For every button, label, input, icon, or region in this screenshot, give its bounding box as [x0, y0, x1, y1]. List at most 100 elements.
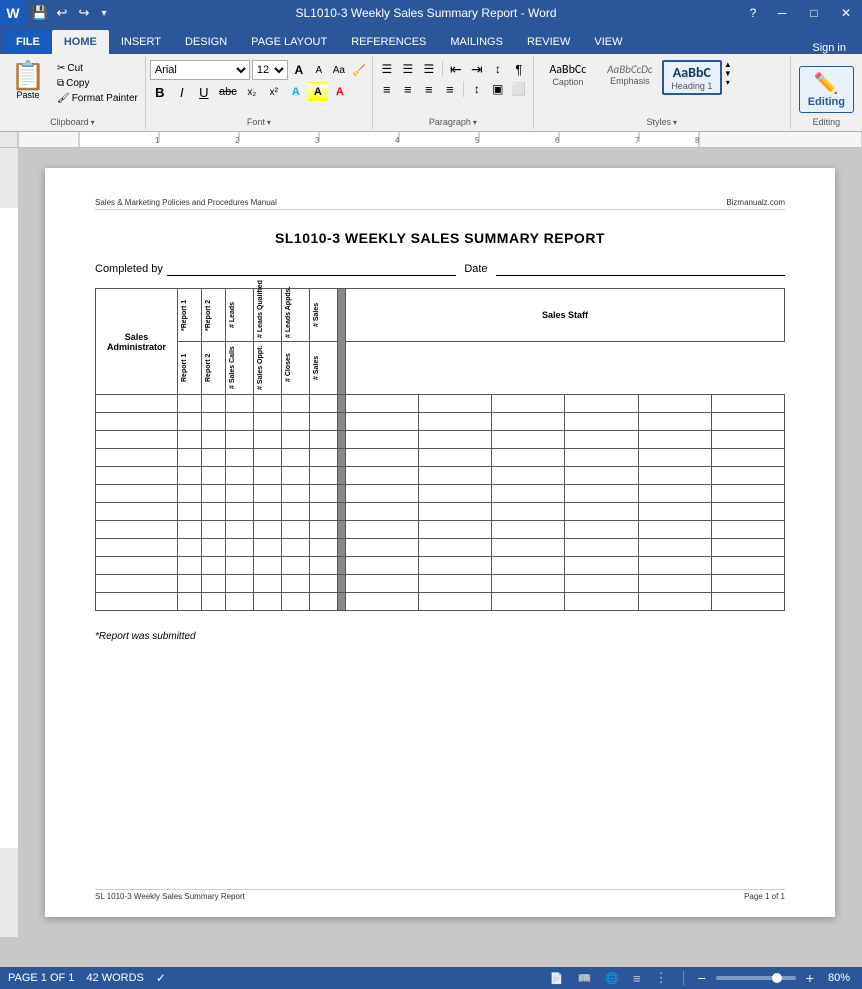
align-right-button[interactable]: ≡	[419, 80, 439, 98]
maximize-button[interactable]: □	[798, 0, 830, 26]
superscript-button[interactable]: x²	[264, 82, 284, 102]
bullets-button[interactable]: ☰	[377, 60, 397, 78]
save-button[interactable]: 💾	[30, 3, 50, 23]
zoom-level[interactable]: 80%	[824, 972, 854, 984]
align-left-button[interactable]: ≡	[377, 80, 397, 98]
minimize-button[interactable]: ─	[766, 0, 798, 26]
zoom-in-button[interactable]: +	[804, 970, 816, 986]
cut-button[interactable]: ✂ Cut	[54, 62, 141, 75]
text-effect-button[interactable]: A	[286, 82, 306, 102]
tab-review[interactable]: REVIEW	[515, 30, 582, 54]
vertical-ruler	[0, 148, 18, 937]
editing-group: ✏️ Editing Editing	[791, 56, 862, 129]
completed-by-field[interactable]	[167, 262, 456, 276]
ribbon-tab-bar: FILE HOME INSERT DESIGN PAGE LAYOUT REFE…	[0, 26, 862, 54]
show-hide-button[interactable]: ¶	[509, 60, 529, 78]
editing-button[interactable]: ✏️ Editing	[799, 66, 854, 113]
undo-button[interactable]: ↩	[52, 3, 72, 23]
style-caption[interactable]: AaBbCc Caption	[538, 60, 598, 90]
signin-button[interactable]: Sign in	[800, 42, 858, 54]
word-count[interactable]: 42 WORDS	[86, 972, 143, 984]
tab-file[interactable]: FILE	[4, 30, 52, 54]
help-icon[interactable]: ?	[740, 0, 766, 26]
sales-left-header: # Sales	[310, 289, 338, 342]
line-spacing-button[interactable]: ↕	[467, 80, 487, 98]
shrink-font-button[interactable]: A	[310, 61, 328, 79]
view-print-button[interactable]: 📄	[547, 972, 567, 985]
customize-qa-button[interactable]: ▾	[96, 3, 112, 23]
borders-button[interactable]: ⬜	[509, 80, 529, 98]
closes-header: # Closes	[282, 342, 310, 395]
redo-button[interactable]: ↪	[74, 3, 94, 23]
date-field[interactable]	[496, 262, 785, 276]
align-center-button[interactable]: ≡	[398, 80, 418, 98]
report1-label: *Report 1	[180, 290, 189, 340]
italic-button[interactable]: I	[172, 82, 192, 102]
table-row	[96, 413, 785, 431]
report1-header: *Report 1	[178, 289, 202, 342]
table-row	[96, 485, 785, 503]
underline-button[interactable]: U	[194, 82, 214, 102]
change-case-button[interactable]: Aa	[330, 61, 348, 79]
justify-button[interactable]: ≡	[440, 80, 460, 98]
right-report1-label: Report 1	[180, 343, 189, 393]
table-row	[96, 467, 785, 485]
page-header: Sales & Marketing Policies and Procedure…	[95, 198, 785, 210]
paragraph-label: Paragraph▾	[377, 117, 529, 129]
subscript-button[interactable]: x₂	[242, 82, 262, 102]
multilevel-button[interactable]: ☰	[419, 60, 439, 78]
style-caption-preview: AaBbCc	[549, 63, 586, 77]
close-button[interactable]: ✕	[830, 0, 862, 26]
clear-format-button[interactable]: 🧹	[350, 61, 368, 79]
bold-button[interactable]: B	[150, 82, 170, 102]
style-emphasis[interactable]: AaBbCcDc Emphasis	[600, 60, 660, 89]
sort-button[interactable]: ↕	[488, 60, 508, 78]
view-web-button[interactable]: 🌐	[602, 972, 622, 985]
leads-appds-header: # Leads Appds.	[282, 289, 310, 342]
style-heading1[interactable]: AaBbC Heading 1	[662, 60, 722, 95]
paste-button[interactable]: 📋 Paste	[4, 60, 52, 102]
page-footer-left: SL 1010-3 Weekly Sales Summary Report	[95, 892, 245, 901]
svg-text:5: 5	[475, 136, 480, 145]
view-fullread-button[interactable]: 📖	[575, 972, 595, 985]
sales-calls-header: # Sales Calls	[226, 342, 254, 395]
tab-insert[interactable]: INSERT	[109, 30, 173, 54]
tab-references[interactable]: REFERENCES	[339, 30, 438, 54]
svg-text:6: 6	[555, 136, 560, 145]
strikethrough-button[interactable]: abc	[216, 82, 240, 102]
completed-by-line: Completed by Date	[95, 262, 785, 276]
sales-calls-label: # Sales Calls	[228, 343, 237, 393]
highlight-button[interactable]: A	[308, 82, 328, 102]
document-page: Sales & Marketing Policies and Procedure…	[45, 168, 835, 917]
grow-font-button[interactable]: A	[290, 61, 308, 79]
font-size-select[interactable]: 12	[252, 60, 288, 80]
font-color-button[interactable]: A	[330, 82, 350, 102]
tab-mailings[interactable]: MAILINGS	[438, 30, 515, 54]
proofing-icon[interactable]: ✓	[156, 971, 166, 985]
svg-text:8: 8	[695, 136, 700, 145]
view-outline-button[interactable]: ≡	[630, 971, 644, 986]
tab-home[interactable]: HOME	[52, 30, 109, 54]
report2-label: *Report 2	[204, 290, 213, 340]
tab-design[interactable]: DESIGN	[173, 30, 239, 54]
font-family-select[interactable]: Arial	[150, 60, 250, 80]
styles-more-button[interactable]: ▲ ▼ ▾	[724, 60, 732, 103]
sales-oppt-header: # Sales Oppt.	[254, 342, 282, 395]
numbering-button[interactable]: ☰	[398, 60, 418, 78]
tab-page-layout[interactable]: PAGE LAYOUT	[239, 30, 339, 54]
decrease-indent-button[interactable]: ⇤	[446, 60, 466, 78]
style-emphasis-preview: AaBbCcDc	[607, 63, 652, 76]
copy-button[interactable]: ⧉ Copy	[54, 77, 141, 90]
increase-indent-button[interactable]: ⇥	[467, 60, 487, 78]
completed-by-label: Completed by	[95, 263, 163, 275]
format-painter-button[interactable]: 🖌 Format Painter	[54, 92, 141, 105]
editing-label: Editing	[808, 96, 845, 108]
shading-button[interactable]: ▣	[488, 80, 508, 98]
view-draft-button[interactable]: ⋮	[652, 970, 671, 986]
style-emphasis-label: Emphasis	[610, 76, 650, 86]
zoom-out-button[interactable]: −	[696, 970, 708, 986]
zoom-slider[interactable]	[716, 976, 796, 980]
paste-label: Paste	[16, 90, 39, 100]
sales-staff-header: Sales Staff	[346, 289, 785, 342]
tab-view[interactable]: VIEW	[582, 30, 634, 54]
